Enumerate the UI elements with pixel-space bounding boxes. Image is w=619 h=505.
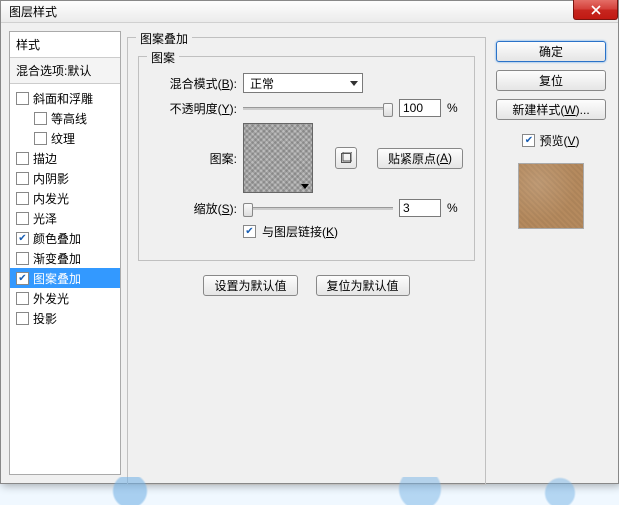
defaults-row: 设置为默认值 复位为默认值 (138, 275, 475, 296)
new-style-button[interactable]: 新建样式(W)... (496, 99, 606, 120)
style-checkbox[interactable] (16, 272, 29, 285)
style-item-label: 描边 (33, 150, 57, 167)
style-checkbox[interactable] (16, 312, 29, 325)
style-checkbox[interactable] (16, 252, 29, 265)
pattern-overlay-group: 图案叠加 图案 混合模式(B): 正常 不透明 (127, 37, 486, 485)
style-item-9[interactable]: 图案叠加 (10, 268, 120, 288)
background-decoration (0, 477, 619, 505)
opacity-label: 不透明度(Y): (149, 100, 237, 117)
style-checkbox[interactable] (16, 232, 29, 245)
link-label: 与图层链接(K) (262, 223, 338, 240)
style-item-3[interactable]: 描边 (10, 148, 120, 168)
group-legend: 图案叠加 (136, 30, 192, 47)
style-item-4[interactable]: 内阴影 (10, 168, 120, 188)
styles-header[interactable]: 样式 (10, 32, 120, 58)
opacity-slider[interactable] (243, 107, 393, 110)
pattern-row: 图案: 贴紧原点(A) (149, 123, 464, 193)
style-item-label: 内发光 (33, 190, 69, 207)
blend-mode-select[interactable]: 正常 (243, 73, 363, 93)
scale-row: 缩放(S): 3 % (149, 199, 464, 217)
main-panel: 图案叠加 图案 混合模式(B): 正常 不透明 (127, 31, 486, 475)
opacity-thumb[interactable] (383, 103, 393, 117)
cancel-button[interactable]: 复位 (496, 70, 606, 91)
new-preset-button[interactable] (335, 147, 357, 169)
style-checkbox[interactable] (16, 152, 29, 165)
close-icon (591, 5, 601, 15)
preview-label: 预览(V) (539, 132, 579, 149)
reset-default-button[interactable]: 复位为默认值 (316, 275, 410, 296)
style-item-11[interactable]: 投影 (10, 308, 120, 328)
opacity-input[interactable]: 100 (399, 99, 441, 117)
style-checkbox[interactable] (16, 212, 29, 225)
dialog-content: 样式 混合选项:默认 斜面和浮雕等高线纹理描边内阴影内发光光泽颜色叠加渐变叠加图… (1, 23, 618, 483)
pattern-section: 图案 混合模式(B): 正常 不透明度(Y): (138, 56, 475, 261)
style-checkbox[interactable] (16, 192, 29, 205)
style-checkbox[interactable] (16, 172, 29, 185)
percent-label: % (447, 101, 458, 115)
link-row: 与图层链接(K) (149, 223, 464, 240)
set-default-button[interactable]: 设置为默认值 (203, 275, 297, 296)
scale-label: 缩放(S): (149, 200, 237, 217)
style-item-0[interactable]: 斜面和浮雕 (10, 88, 120, 108)
scale-input[interactable]: 3 (399, 199, 441, 217)
pattern-label: 图案: (149, 150, 237, 167)
style-item-7[interactable]: 颜色叠加 (10, 228, 120, 248)
snap-origin-button[interactable]: 贴紧原点(A) (377, 148, 463, 169)
scale-slider[interactable] (243, 207, 393, 210)
style-item-8[interactable]: 渐变叠加 (10, 248, 120, 268)
style-item-label: 颜色叠加 (33, 230, 81, 247)
layer-style-dialog: 图层样式 样式 混合选项:默认 斜面和浮雕等高线纹理描边内阴影内发光光泽颜色叠加… (0, 0, 619, 484)
style-item-10[interactable]: 外发光 (10, 288, 120, 308)
new-preset-icon (340, 152, 352, 164)
close-button[interactable] (573, 0, 618, 20)
blend-mode-label: 混合模式(B): (149, 75, 237, 92)
style-item-2[interactable]: 纹理 (10, 128, 120, 148)
blend-options-item[interactable]: 混合选项:默认 (10, 58, 120, 84)
preview-checkbox[interactable] (522, 134, 535, 147)
style-item-1[interactable]: 等高线 (10, 108, 120, 128)
chevron-down-icon (350, 81, 358, 86)
preview-row: 预览(V) (522, 132, 579, 149)
dialog-title: 图层样式 (9, 3, 57, 20)
preview-swatch (518, 163, 584, 229)
link-with-layer-checkbox[interactable] (243, 225, 256, 238)
blend-mode-value: 正常 (250, 75, 274, 92)
chevron-down-icon (301, 184, 309, 189)
style-item-6[interactable]: 光泽 (10, 208, 120, 228)
titlebar[interactable]: 图层样式 (1, 1, 618, 23)
ok-button[interactable]: 确定 (496, 41, 606, 62)
styles-list: 斜面和浮雕等高线纹理描边内阴影内发光光泽颜色叠加渐变叠加图案叠加外发光投影 (10, 84, 120, 328)
style-item-label: 图案叠加 (33, 270, 81, 287)
section-legend: 图案 (147, 49, 179, 66)
blend-mode-row: 混合模式(B): 正常 (149, 73, 464, 93)
style-item-label: 外发光 (33, 290, 69, 307)
style-item-label: 斜面和浮雕 (33, 90, 93, 107)
style-checkbox[interactable] (34, 112, 47, 125)
pattern-picker[interactable] (243, 123, 313, 193)
right-panel: 确定 复位 新建样式(W)... 预览(V) (492, 31, 610, 475)
style-item-label: 内阴影 (33, 170, 69, 187)
style-checkbox[interactable] (16, 92, 29, 105)
style-item-label: 光泽 (33, 210, 57, 227)
opacity-row: 不透明度(Y): 100 % (149, 99, 464, 117)
style-item-label: 纹理 (51, 130, 75, 147)
scale-thumb[interactable] (243, 203, 253, 217)
percent-label: % (447, 201, 458, 215)
style-item-label: 等高线 (51, 110, 87, 127)
style-checkbox[interactable] (16, 292, 29, 305)
style-item-label: 渐变叠加 (33, 250, 81, 267)
style-item-label: 投影 (33, 310, 57, 327)
styles-panel: 样式 混合选项:默认 斜面和浮雕等高线纹理描边内阴影内发光光泽颜色叠加渐变叠加图… (9, 31, 121, 475)
style-checkbox[interactable] (34, 132, 47, 145)
style-item-5[interactable]: 内发光 (10, 188, 120, 208)
